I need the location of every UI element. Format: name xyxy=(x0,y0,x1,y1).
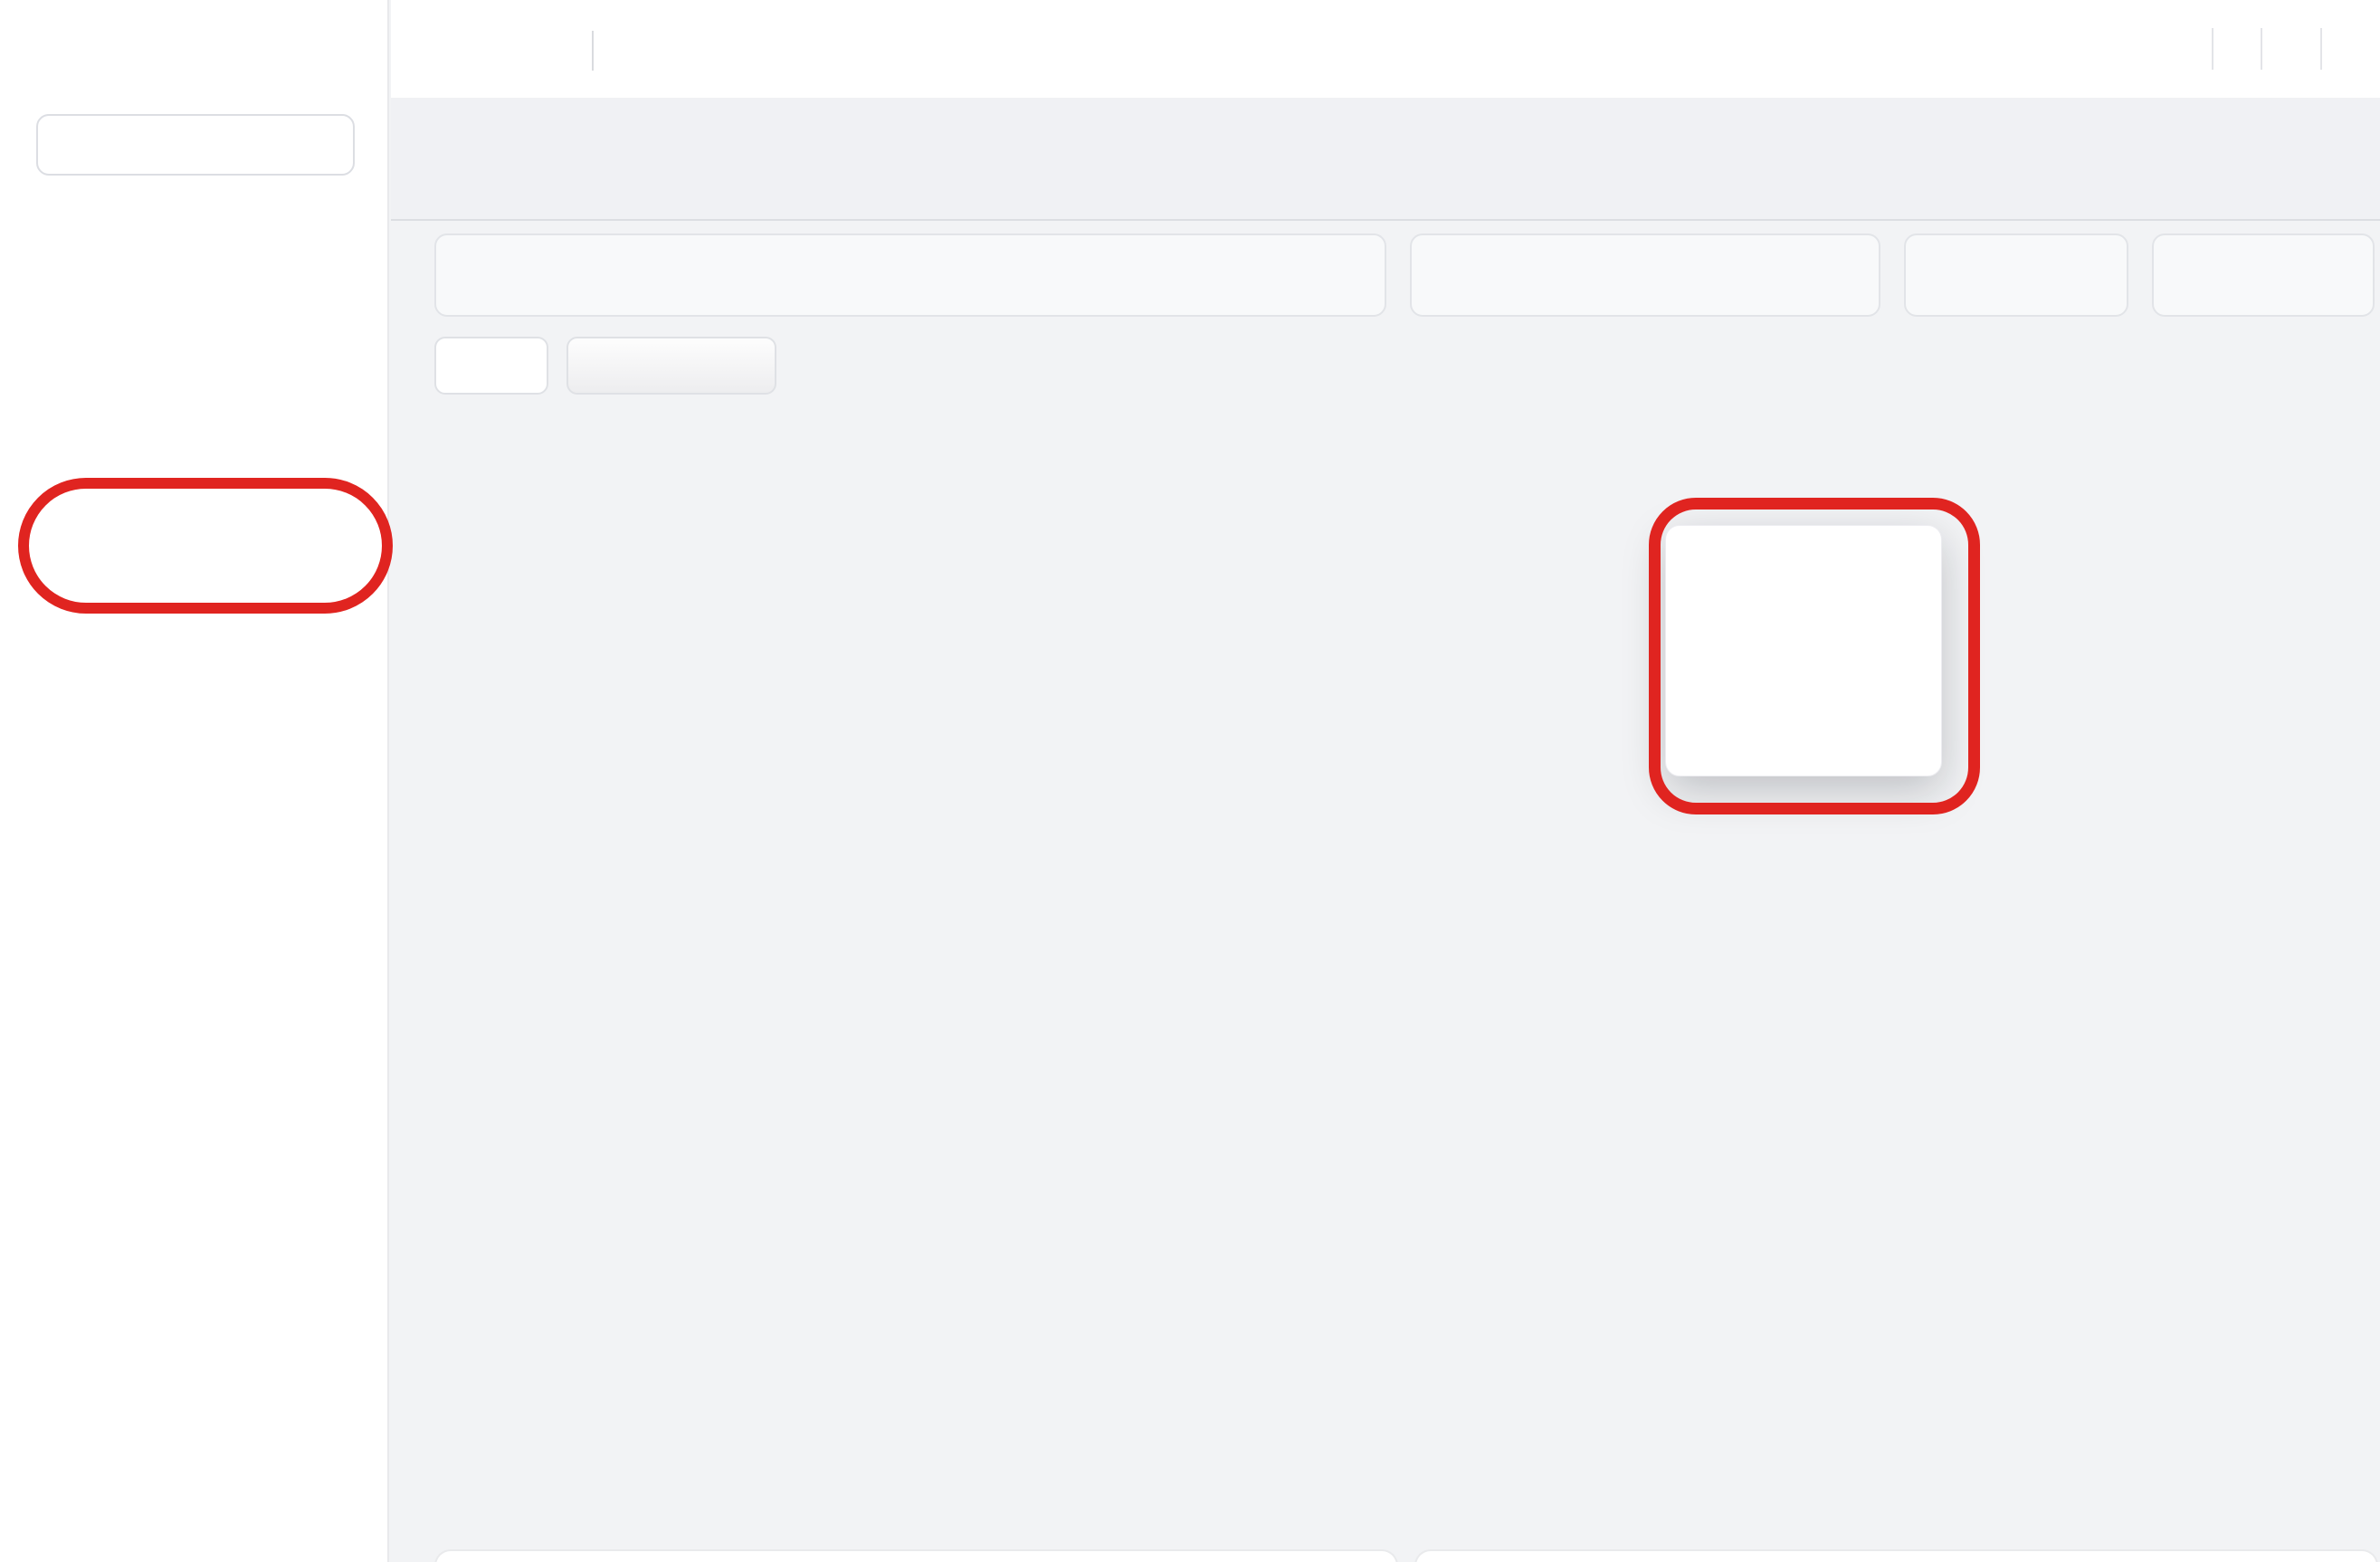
keyword-filter-bar[interactable] xyxy=(434,233,1386,317)
date-range-picker[interactable] xyxy=(1410,233,1880,317)
partial-card xyxy=(1414,1549,2378,1562)
reset-button[interactable] xyxy=(434,337,548,395)
app-root xyxy=(0,0,2380,1562)
filter-button[interactable] xyxy=(2152,233,2375,317)
header-actions xyxy=(2188,0,2356,98)
search-input[interactable] xyxy=(67,129,337,160)
save-as-view-button[interactable] xyxy=(566,337,776,395)
divider xyxy=(2320,28,2322,70)
partial-card xyxy=(434,1549,1398,1562)
header-divider xyxy=(592,31,594,71)
sidebar xyxy=(0,0,389,1562)
page-header xyxy=(391,0,2380,98)
annotation-circle-context-menu xyxy=(1649,498,1980,814)
granularity-select[interactable] xyxy=(1904,233,2128,317)
divider xyxy=(2212,28,2213,70)
search-box[interactable] xyxy=(36,114,355,176)
tab-strip xyxy=(391,98,2380,221)
divider xyxy=(2261,28,2262,70)
